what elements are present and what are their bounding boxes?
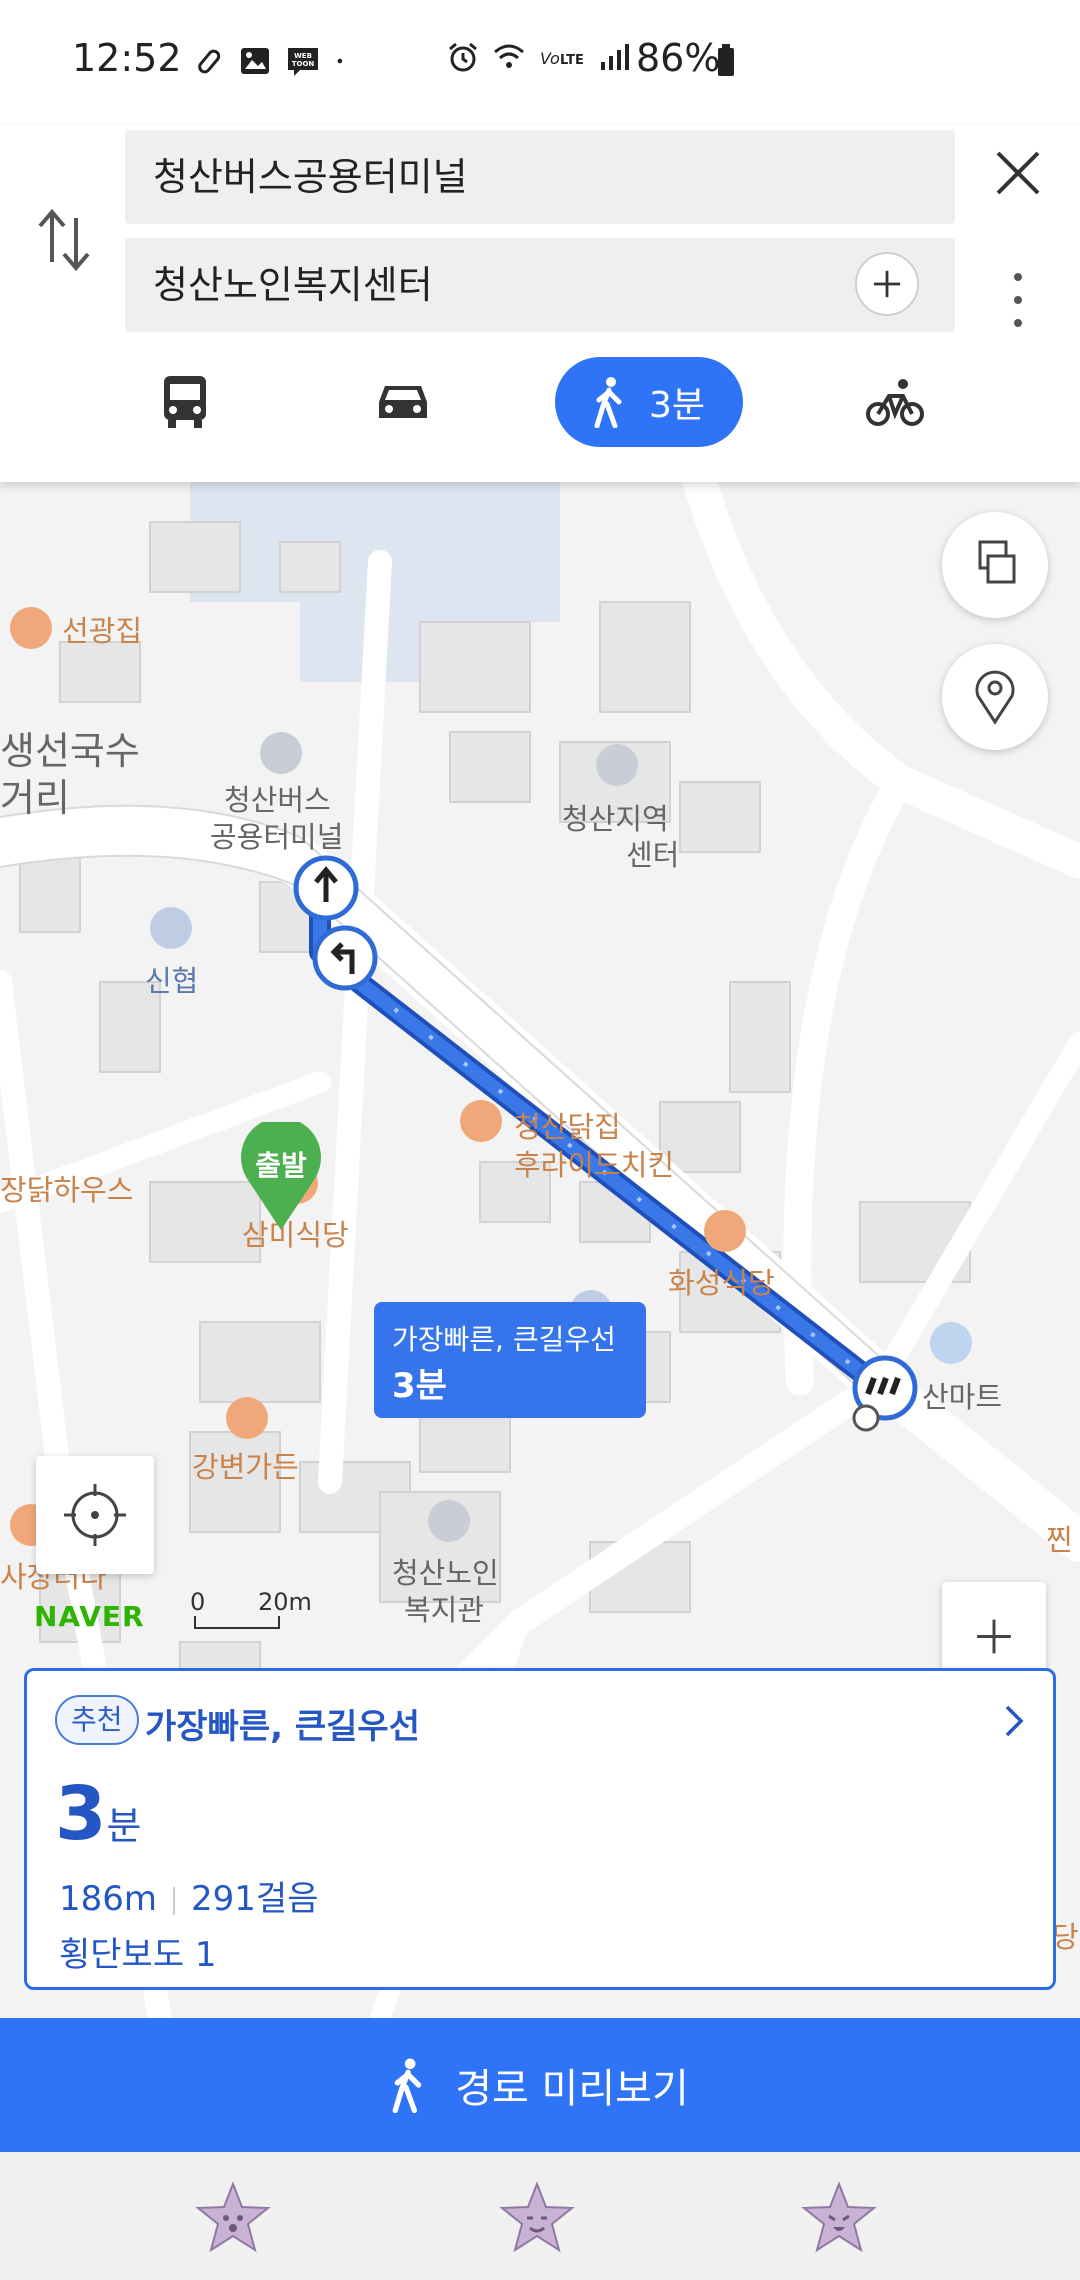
webtoon-icon: WEB TOON bbox=[288, 48, 318, 76]
bubble-duration: 3분 bbox=[392, 1366, 447, 1406]
restaurant-pin-icon[interactable] bbox=[460, 1100, 502, 1142]
duration-value: 3 bbox=[55, 1771, 107, 1857]
status-bar: 12:52 WEB TOON Vo LTE 86% bbox=[0, 0, 1080, 125]
destination-field[interactable]: 청산노인복지센터 bbox=[125, 238, 955, 332]
restaurant-pin-icon[interactable] bbox=[704, 1210, 746, 1252]
more-options-button[interactable] bbox=[1000, 265, 1036, 335]
battery-icon bbox=[718, 44, 734, 76]
mode-bus-tab[interactable] bbox=[140, 357, 230, 447]
mode-bike-tab[interactable] bbox=[850, 357, 940, 447]
status-time: 12:52 bbox=[72, 36, 182, 80]
current-location-button[interactable] bbox=[36, 1456, 154, 1574]
poi-label[interactable]: 후라이드치킨 bbox=[514, 1142, 674, 1184]
chevron-right-icon[interactable] bbox=[993, 1701, 1033, 1741]
walk-icon bbox=[594, 377, 622, 428]
layers-button[interactable] bbox=[942, 512, 1048, 618]
svg-text:TOON: TOON bbox=[292, 60, 315, 68]
battery-percent: 86% bbox=[636, 36, 721, 80]
scale-bar bbox=[194, 1616, 280, 1629]
bus-icon bbox=[164, 376, 206, 428]
start-label: 출발 bbox=[255, 1149, 307, 1182]
scale-distance: 20m bbox=[258, 1588, 312, 1616]
poi-label[interactable]: 산마트 bbox=[922, 1374, 1002, 1416]
poi-label[interactable]: 신협 bbox=[145, 958, 198, 1000]
route-bubble[interactable]: 가장빠른, 큰길우선 3분 bbox=[374, 1302, 646, 1418]
route-summary-card[interactable]: 추천 가장빠른, 큰길우선 3분 186m 291걸음 횡단보도 1 bbox=[24, 1668, 1056, 1990]
place-pin-button[interactable] bbox=[942, 644, 1048, 750]
signal-icon bbox=[601, 44, 629, 70]
bubble-route-name: 가장빠른, 큰길우선 bbox=[392, 1323, 616, 1356]
preview-label: 경로 미리보기 bbox=[455, 2066, 689, 2112]
poi-label[interactable]: 청산닭집 bbox=[514, 1104, 621, 1146]
svg-text:WEB: WEB bbox=[294, 52, 312, 60]
svg-text:Vo: Vo bbox=[540, 49, 560, 68]
restaurant-pin-icon[interactable] bbox=[226, 1397, 268, 1439]
svg-text:LTE: LTE bbox=[560, 53, 584, 68]
poi-label[interactable]: 선광집 bbox=[62, 608, 142, 650]
mode-car-tab[interactable] bbox=[358, 357, 448, 447]
scale-zero: 0 bbox=[190, 1588, 206, 1616]
route-steps: 291걸음 bbox=[191, 1879, 319, 1919]
map-scale: 0 20m bbox=[190, 1588, 312, 1629]
origin-field[interactable]: 청산버스공용터미널 bbox=[125, 130, 955, 224]
duration-unit: 분 bbox=[106, 1804, 142, 1848]
volte-icon: Vo LTE bbox=[540, 49, 584, 68]
poi-label[interactable]: 강변가든 bbox=[192, 1444, 299, 1486]
route-title: 가장빠른, 큰길우선 bbox=[145, 1707, 420, 1747]
add-waypoint-button[interactable] bbox=[855, 252, 919, 316]
crosswalk-count: 횡단보도 1 bbox=[59, 1935, 217, 1975]
mode-walk-tab[interactable]: 3분 bbox=[555, 357, 743, 447]
bank-icon[interactable] bbox=[150, 907, 192, 949]
poi-label[interactable]: 당 bbox=[1052, 1914, 1079, 1956]
poi-label[interactable]: 화성식당 bbox=[668, 1260, 775, 1302]
building-icon[interactable] bbox=[596, 744, 638, 786]
nav-home-star-icon[interactable] bbox=[498, 2180, 576, 2256]
origin-text: 청산버스공용터미널 bbox=[153, 155, 468, 199]
separator bbox=[173, 1886, 176, 1915]
key-icon bbox=[198, 49, 221, 74]
nav-recent-star-icon[interactable] bbox=[194, 2180, 272, 2256]
bicycle-icon bbox=[866, 379, 924, 426]
poi-label[interactable]: 청산노인 bbox=[392, 1550, 499, 1592]
poi-label[interactable]: 거리 bbox=[0, 767, 70, 822]
poi-label[interactable]: 공용터미널 bbox=[210, 814, 343, 856]
poi-label[interactable]: 청산버스 bbox=[224, 777, 331, 819]
route-distance-row: 186m 291걸음 bbox=[59, 1871, 318, 1920]
shopping-basket-icon[interactable] bbox=[930, 1322, 972, 1364]
close-button[interactable] bbox=[988, 143, 1048, 203]
car-icon bbox=[379, 386, 427, 418]
gallery-icon bbox=[241, 48, 269, 74]
route-header: 청산버스공용터미널 청산노인복지센터 3분 bbox=[0, 125, 1080, 482]
poi-label[interactable]: 센터 bbox=[626, 832, 679, 874]
swap-direction-button[interactable] bbox=[32, 200, 96, 280]
bus-terminal-icon[interactable] bbox=[260, 732, 302, 774]
recommended-badge: 추천 bbox=[55, 1695, 139, 1745]
transport-mode-tabs: 3분 bbox=[0, 357, 1080, 457]
destination-text: 청산노인복지센터 bbox=[153, 263, 433, 307]
route-duration: 3분 bbox=[55, 1771, 141, 1857]
walk-duration: 3분 bbox=[648, 385, 706, 426]
system-nav-bar bbox=[0, 2152, 1080, 2280]
nav-back-star-icon[interactable] bbox=[800, 2180, 878, 2256]
alarm-icon bbox=[449, 42, 477, 72]
restaurant-pin-icon[interactable] bbox=[10, 607, 52, 649]
naver-logo: NAVER bbox=[34, 1600, 145, 1633]
dot-icon bbox=[337, 58, 343, 64]
poi-label[interactable]: 복지관 bbox=[404, 1587, 484, 1629]
route-preview-button[interactable]: 경로 미리보기 bbox=[0, 2018, 1080, 2152]
start-marker[interactable]: 출발 bbox=[238, 1122, 324, 1232]
walk-icon bbox=[392, 2058, 422, 2113]
wifi-call-icon bbox=[494, 44, 524, 68]
poi-label[interactable]: 장닭하우스 bbox=[0, 1167, 133, 1209]
poi-label[interactable]: 찐 bbox=[1046, 1517, 1073, 1559]
route-distance: 186m bbox=[59, 1879, 158, 1919]
building-icon[interactable] bbox=[428, 1500, 470, 1542]
